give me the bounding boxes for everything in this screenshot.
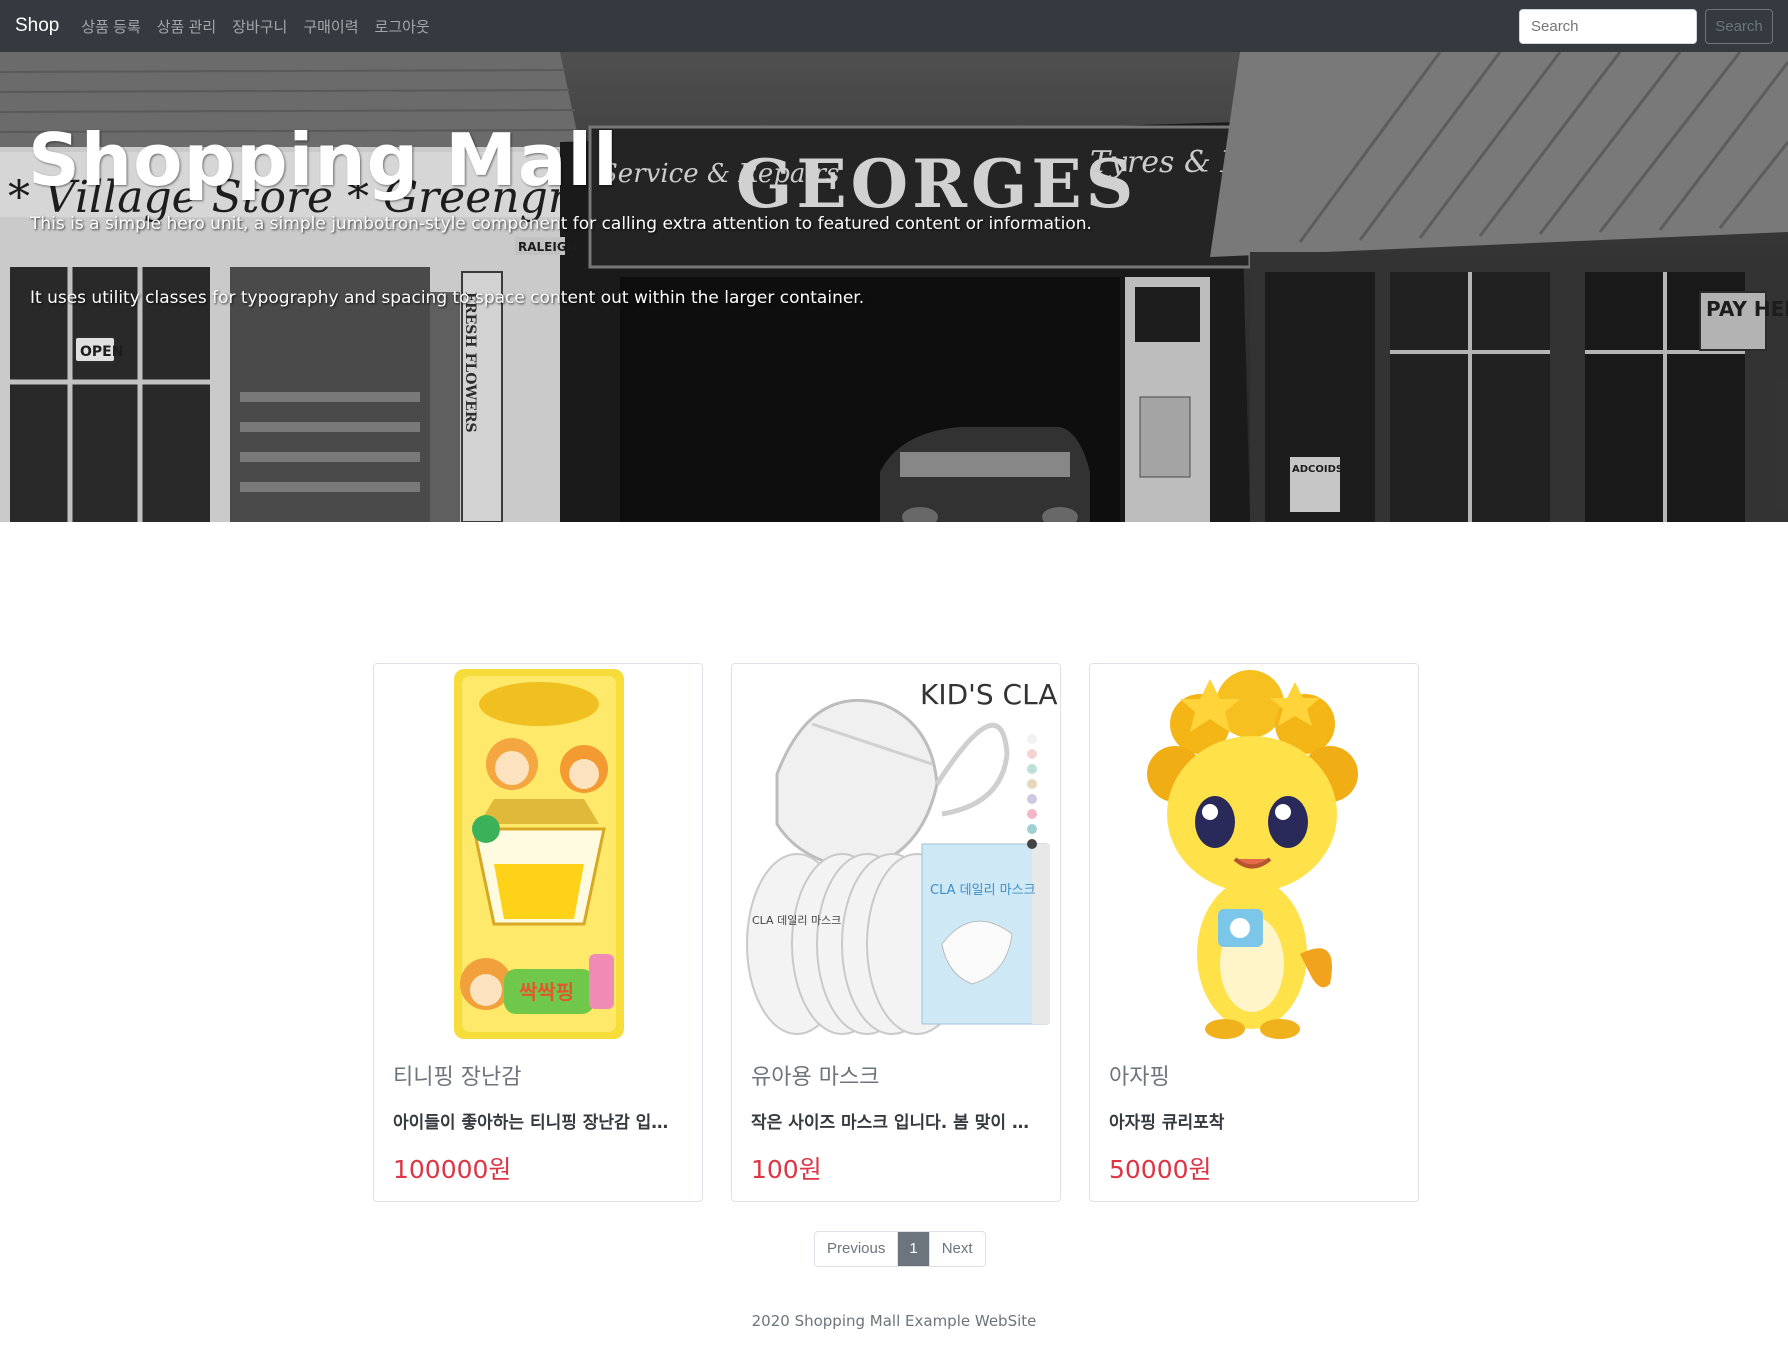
hero-secondary-text: It uses utility classes for typography a… [30,288,865,308]
hero-jumbotron: * Village Store * Greengrocer OPEN FRESH… [0,52,1788,522]
svg-text:CLA 데일리 마스크: CLA 데일리 마스크 [752,913,841,927]
product-card[interactable]: 아자핑 아자핑 큐리포착 50000원 [1089,663,1419,1202]
nav-link-manage-products[interactable]: 상품 관리 [157,16,216,37]
mask-brand-text: KID'S CLA [920,678,1058,711]
product-price: 100000원 [393,1155,512,1184]
product-price: 50000원 [1109,1155,1212,1184]
product-price: 100원 [751,1155,822,1184]
product-card[interactable]: KID'S CLA CLA 데일리 마스크 CLA 데일리 마스크 유아용 마스… [731,663,1061,1202]
product-image-toy[interactable]: 싹싹핑 [374,664,702,1044]
nav-link-purchase-history[interactable]: 구매이력 [303,16,358,37]
search-form: Search [1519,9,1773,44]
product-name[interactable]: 티니핑 장난감 [393,1059,683,1091]
search-button[interactable]: Search [1705,9,1773,44]
hero-title: Shopping Mall [28,118,619,202]
product-card-body: 아자핑 아자핑 큐리포착 50000원 [1109,1059,1399,1186]
product-description: 아자핑 큐리포착 [1109,1113,1225,1133]
product-name[interactable]: 아자핑 [1109,1059,1399,1091]
product-description: 아이들이 좋아하는 티니핑 장난감 입니다. [393,1113,683,1133]
search-input[interactable] [1519,9,1697,44]
nav-links: 상품 등록 상품 관리 장바구니 구매이력 로그아웃 [81,16,429,37]
pagination-page-1[interactable]: 1 [897,1232,929,1266]
footer-text: 2020 Shopping Mall Example WebSite [751,1312,1037,1330]
nav-link-logout[interactable]: 로그아웃 [375,16,430,37]
mask-box-text: CLA 데일리 마스크 [930,883,1036,898]
nav-link-cart[interactable]: 장바구니 [232,16,287,37]
hero-lead-text: This is a simple hero unit, a simple jum… [30,214,1092,234]
product-description: 작은 사이즈 마스크 입니다. 봄 맞이 특가 [751,1113,1041,1133]
product-card-body: 티니핑 장난감 아이들이 좋아하는 티니핑 장난감 입니다. 100000원 [393,1059,683,1186]
product-card-list: 싹싹핑 티니핑 장난감 아이들이 좋아하는 티니핑 장난감 입니다. 10000… [373,663,1419,1202]
product-name[interactable]: 유아용 마스크 [751,1059,1041,1091]
product-card[interactable]: 싹싹핑 티니핑 장난감 아이들이 좋아하는 티니핑 장난감 입니다. 10000… [373,663,703,1202]
nav-link-register-product[interactable]: 상품 등록 [81,16,140,37]
pagination: Previous 1 Next [814,1231,986,1267]
product-card-body: 유아용 마스크 작은 사이즈 마스크 입니다. 봄 맞이 특가 100원 [751,1059,1041,1186]
top-navbar: Shop 상품 등록 상품 관리 장바구니 구매이력 로그아웃 Search [0,0,1788,52]
product-image-mask[interactable]: KID'S CLA CLA 데일리 마스크 CLA 데일리 마스크 [732,664,1060,1044]
pagination-next-button[interactable]: Next [928,1232,985,1266]
svg-text:싹싹핑: 싹싹핑 [519,980,574,1004]
pagination-previous-button[interactable]: Previous [815,1232,898,1266]
brand-link[interactable]: Shop [15,15,59,37]
product-image-character[interactable] [1090,664,1418,1044]
